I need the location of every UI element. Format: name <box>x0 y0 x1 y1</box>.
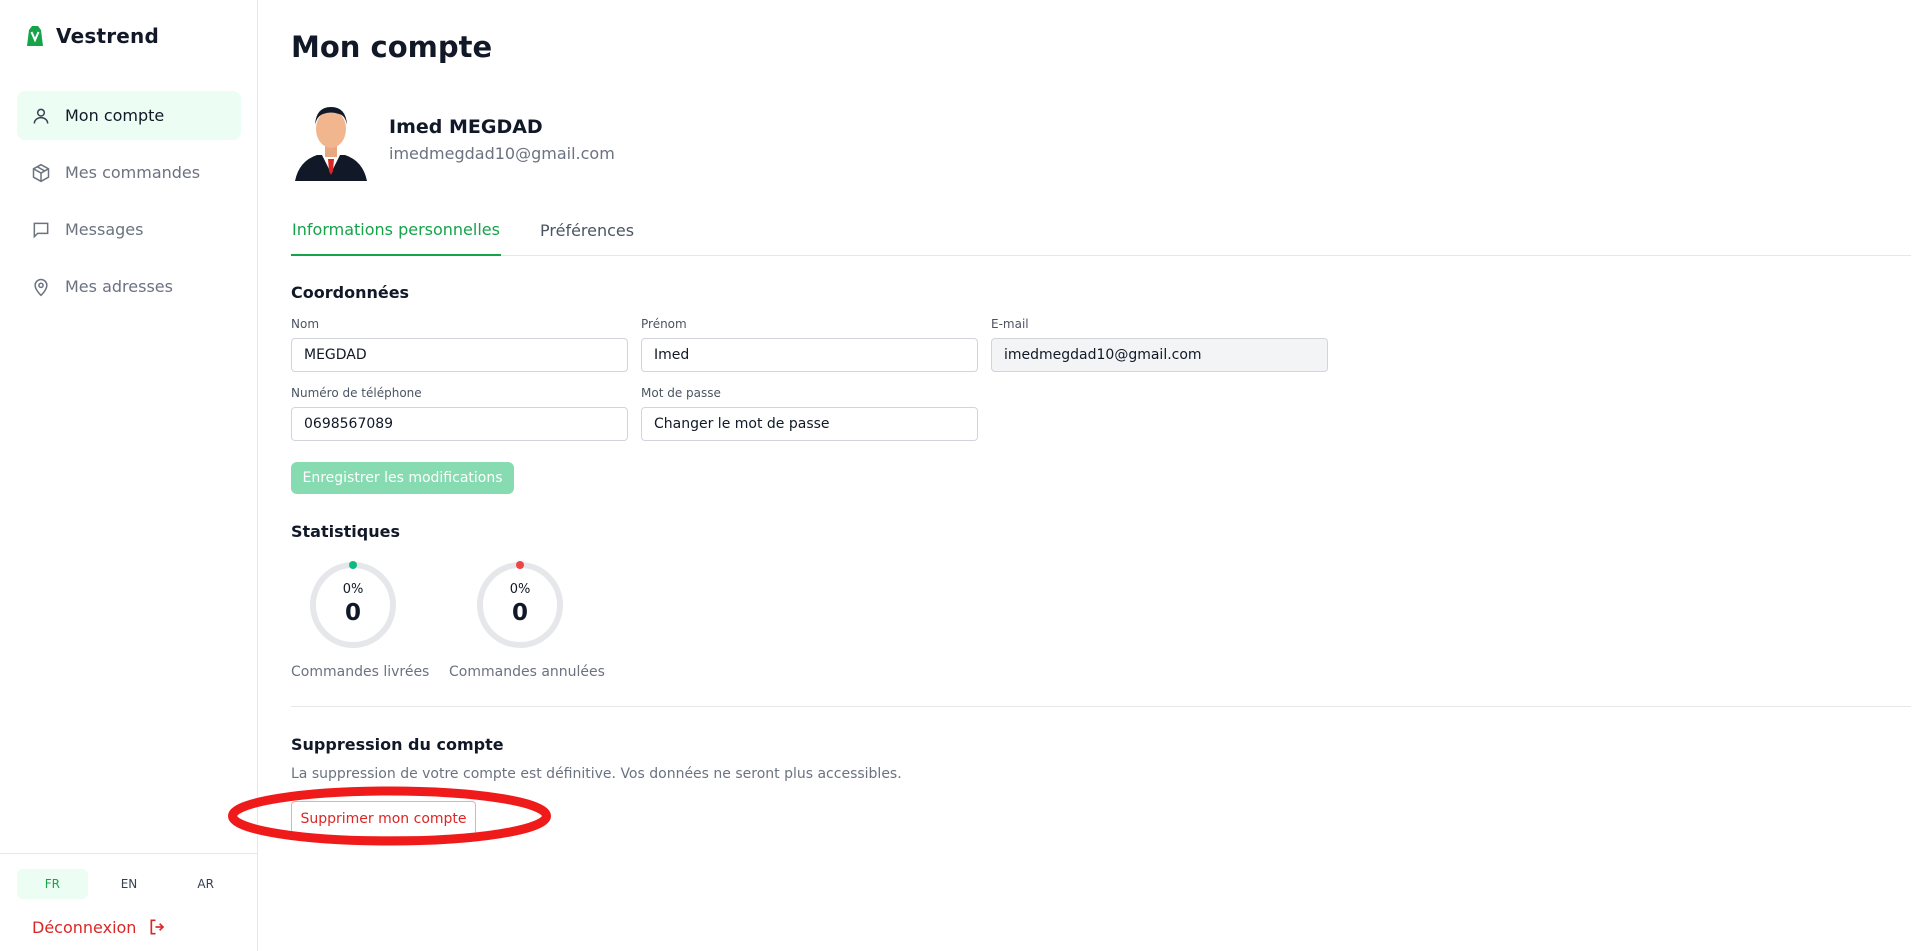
prenom-input[interactable] <box>641 338 978 372</box>
delete-account-button[interactable]: Supprimer mon compte <box>291 801 476 837</box>
stat-commandes-livrees: 0% 0 Commandes livrées <box>291 560 430 680</box>
app-name: Vestrend <box>56 24 159 48</box>
stat-label: Commandes livrées <box>291 664 430 680</box>
logout-icon <box>150 919 165 935</box>
telephone-input[interactable] <box>291 407 628 441</box>
nom-input[interactable] <box>291 338 628 372</box>
prenom-field-group: Prénom <box>641 317 978 372</box>
coordinates-title: Coordonnées <box>291 283 410 302</box>
stat-label: Commandes annulées <box>449 664 605 680</box>
app: Vestrend Mon compte Mes commandes Messag… <box>0 0 1912 951</box>
language-fr-button[interactable]: FR <box>17 869 88 899</box>
nom-label: Nom <box>291 317 320 331</box>
change-password-input[interactable] <box>641 407 978 441</box>
user-icon <box>33 108 49 124</box>
sidebar-item-label: Mon compte <box>65 106 165 125</box>
vestrend-logo-icon <box>27 26 43 46</box>
account-deletion-description: La suppression de votre compte est défin… <box>291 766 902 782</box>
logout-button[interactable]: Déconnexion <box>32 917 168 937</box>
language-en-button[interactable]: EN <box>94 869 165 899</box>
sidebar: Vestrend Mon compte Mes commandes Messag… <box>0 0 258 951</box>
email-field-group: E-mail <box>991 317 1328 372</box>
stat-value: 0 <box>511 600 528 626</box>
password-field-group: Mot de passe <box>641 386 978 441</box>
stat-ring: 0% 0 <box>308 560 398 650</box>
save-changes-button[interactable]: Enregistrer les modifications <box>291 462 514 494</box>
sidebar-item-messages[interactable]: Messages <box>17 205 241 254</box>
stat-ring: 0% 0 <box>475 560 565 650</box>
profile-email: imedmegdad10@gmail.com <box>389 143 615 163</box>
logo[interactable]: Vestrend <box>26 24 159 48</box>
sidebar-item-mon-compte[interactable]: Mon compte <box>17 91 241 140</box>
statistics-title: Statistiques <box>291 522 400 541</box>
telephone-field-group: Numéro de téléphone <box>291 386 628 441</box>
sidebar-item-mes-commandes[interactable]: Mes commandes <box>17 148 241 197</box>
page-title: Mon compte <box>291 30 493 64</box>
map-pin-icon <box>34 278 48 296</box>
language-ar-button[interactable]: AR <box>170 869 241 899</box>
package-icon <box>32 163 50 182</box>
email-input[interactable] <box>991 338 1328 372</box>
sidebar-nav: Mon compte Mes commandes Messages Mes ad… <box>17 91 241 319</box>
sidebar-item-label: Mes commandes <box>65 163 201 182</box>
prenom-label: Prénom <box>641 317 687 331</box>
language-switcher: FR EN AR <box>17 869 241 899</box>
tab-informations-personnelles[interactable]: Informations personnelles <box>291 204 501 256</box>
password-label: Mot de passe <box>641 386 721 400</box>
profile-name: Imed MEGDAD <box>389 115 543 138</box>
main-content: Mon compte Imed MEGDAD imedmegdad10@gmai… <box>291 0 1912 951</box>
stat-percent: 0% <box>342 582 364 597</box>
section-divider <box>291 706 1911 707</box>
avatar <box>295 107 367 181</box>
email-label: E-mail <box>991 317 1029 331</box>
stat-percent: 0% <box>509 582 531 597</box>
account-deletion-title: Suppression du compte <box>291 735 504 754</box>
telephone-label: Numéro de téléphone <box>291 386 422 400</box>
stat-value: 0 <box>344 600 361 626</box>
sidebar-divider <box>0 853 258 854</box>
sidebar-item-mes-adresses[interactable]: Mes adresses <box>17 262 241 311</box>
tab-preferences[interactable]: Préférences <box>540 204 634 256</box>
stat-commandes-annulees: 0% 0 Commandes annulées <box>449 560 605 680</box>
logout-label: Déconnexion <box>32 917 137 937</box>
profile-header: Imed MEGDAD imedmegdad10@gmail.com <box>291 97 615 181</box>
message-icon <box>33 222 49 238</box>
sidebar-item-label: Mes adresses <box>65 277 173 296</box>
sidebar-item-label: Messages <box>65 220 144 239</box>
account-tabs: Informations personnelles Préférences <box>291 204 1911 256</box>
nom-field-group: Nom <box>291 317 628 372</box>
